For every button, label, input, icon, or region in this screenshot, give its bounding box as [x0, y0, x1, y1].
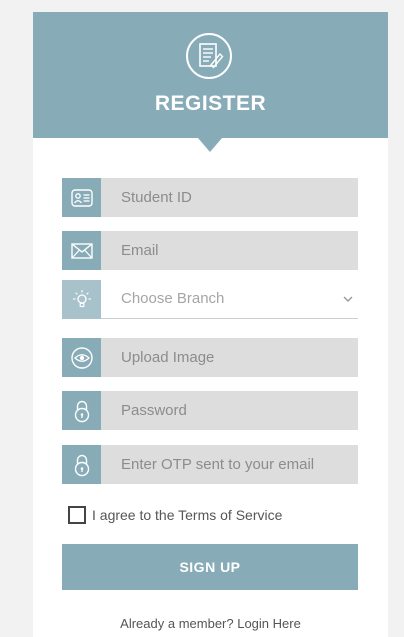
branch-field: Choose Branch — [62, 280, 358, 319]
email-field — [62, 231, 358, 270]
sign-up-button[interactable]: SIGN UP — [62, 544, 358, 590]
branch-select[interactable]: Choose Branch — [101, 280, 358, 319]
otp-input[interactable] — [101, 445, 358, 484]
id-card-icon — [62, 178, 101, 217]
lock-icon — [62, 391, 101, 430]
terms-row: I agree to the Terms of Service — [68, 505, 282, 525]
branch-select-value: Choose Branch — [121, 290, 225, 307]
lock-icon — [62, 445, 101, 484]
header: REGISTER — [33, 12, 388, 138]
terms-label: I agree to the Terms of Service — [92, 507, 283, 523]
upload-image-input[interactable] — [101, 338, 358, 377]
header-pointer — [198, 138, 222, 152]
login-link[interactable]: Already a member? Login Here — [33, 616, 388, 631]
chevron-down-icon — [343, 296, 353, 302]
upload-image-field — [62, 338, 358, 377]
password-input[interactable] — [101, 391, 358, 430]
otp-field — [62, 445, 358, 484]
password-field — [62, 391, 358, 430]
eye-icon — [62, 338, 101, 377]
register-card: REGISTER Student ID Email Choose Branch … — [33, 12, 388, 637]
email-input[interactable] — [101, 231, 358, 270]
bulb-icon — [62, 280, 101, 319]
student-id-input[interactable] — [101, 178, 358, 217]
envelope-icon — [62, 231, 101, 270]
terms-checkbox[interactable] — [68, 506, 86, 524]
student-id-field — [62, 178, 358, 217]
register-form-icon — [186, 33, 232, 79]
page-title: REGISTER — [154, 92, 267, 115]
